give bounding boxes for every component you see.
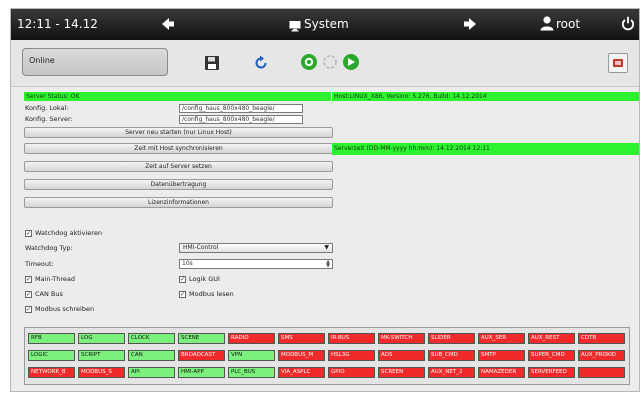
module-chip: BROADCAST (178, 350, 225, 361)
module-chip: CDTB (578, 333, 625, 344)
top-bar: 12:11 - 14.12 System root (11, 9, 639, 40)
user-name: root (556, 17, 581, 31)
version-text: Host:LINUX_X86, Version: 5.276, Build: 1… (334, 93, 487, 100)
config-server-label: Konfig. Server: (25, 115, 73, 123)
modbus-read-label: Modbus lesen (189, 290, 234, 298)
arrow-right-icon[interactable] (463, 16, 477, 36)
module-chip: MODBUS_S (78, 367, 125, 378)
module-chip: NETWORK_B (28, 367, 75, 378)
toolbar: Online (11, 40, 639, 87)
watchdog-type-select[interactable]: HMI-Control ▼ (179, 243, 333, 253)
watchdog-enable-checkbox[interactable]: ✓ (25, 230, 32, 237)
module-chip: CAN (128, 350, 175, 361)
floppy-disk-icon[interactable] (204, 55, 220, 75)
clock-text: 12:11 - 14.12 (17, 17, 98, 31)
timeout-label: Timeout: (25, 260, 54, 268)
refresh-icon[interactable] (253, 55, 269, 75)
monitor-icon (289, 17, 301, 36)
module-chip: SMTP (478, 350, 525, 361)
data-transfer-button[interactable]: Datenübertragung (24, 179, 333, 190)
module-chip: MK-SWITCH (378, 333, 425, 344)
logik-gui-label: Logik GUI (189, 275, 220, 283)
watchdog-enable-label: Watchdog aktivieren (35, 229, 102, 237)
server-time-bar: Serverzeit (DD-MM-yyyy hh:mm): 14.12.201… (332, 143, 639, 155)
logik-gui-checkbox[interactable]: ✓ (179, 276, 186, 283)
module-chip: RFB (28, 333, 75, 344)
modbus-write-checkbox[interactable]: ✓ (25, 306, 32, 313)
status-text: Online (29, 56, 55, 65)
module-chip (578, 367, 625, 378)
module-chip: RADIO (228, 333, 275, 344)
module-chip: AUX_SER (478, 333, 525, 344)
module-chip: MODBUS_M (278, 350, 325, 361)
timeout-value: 10s (182, 260, 193, 267)
set-server-time-button[interactable]: Zeit auf Server setzen (24, 161, 333, 172)
modbus-read-checkbox[interactable]: ✓ (179, 291, 186, 298)
restart-server-button[interactable]: Server neu starten (nur Linux Host) (24, 127, 333, 138)
server-status-bar: Server Status: OK (24, 92, 331, 101)
module-chip: HMI-APP (178, 367, 225, 378)
watchdog-type-label: Watchdog Typ: (25, 244, 73, 252)
timeout-field[interactable]: 10s ▲ ▼ (179, 259, 333, 269)
module-chip: SUPER_CMD (528, 350, 575, 361)
server-time-text: Serverzeit (DD-MM-yyyy hh:mm): 14.12.201… (334, 145, 490, 152)
server-status-text: Server Status: OK (26, 93, 80, 100)
module-chip: ADS (378, 350, 425, 361)
module-chip: IR-BUS (328, 333, 375, 344)
module-chip: LOGIC (28, 350, 75, 361)
power-icon[interactable] (621, 16, 635, 35)
module-chip: SUB_CMD (428, 350, 475, 361)
exit-icon[interactable] (608, 53, 628, 73)
version-bar: Host:LINUX_X86, Version: 5.276, Build: 1… (332, 92, 639, 101)
module-chip: PLC_BUS (228, 367, 275, 378)
module-chip: GPIO (328, 367, 375, 378)
module-chip: SCENE (178, 333, 225, 344)
config-local-label: Konfig. Lokal: (25, 104, 69, 112)
module-chip: SMS (278, 333, 325, 344)
module-chip: AUX_REST (528, 333, 575, 344)
status-display: Online (22, 48, 168, 76)
config-server-field[interactable]: /config_haus_800x480_beagle/ (179, 115, 303, 124)
chevron-down-icon: ▼ (324, 244, 329, 251)
modbus-write-label: Modbus schreiben (35, 305, 95, 313)
main-thread-label: Main-Thread (35, 275, 75, 283)
can-bus-label: CAN Bus (35, 290, 63, 298)
arrow-circle-icon[interactable] (342, 53, 360, 75)
module-chip: LOG (78, 333, 125, 344)
module-chip: AUX_PROXID (578, 350, 625, 361)
config-local-field[interactable]: /config_haus_800x480_beagle/ (179, 104, 303, 113)
module-chip: AUX_NET_2 (428, 367, 475, 378)
module-chip: SLIDER (428, 333, 475, 344)
hmi-screen: 12:11 - 14.12 System root Online Server … (10, 8, 640, 392)
sync-time-button[interactable]: Zeit mit Host synchronisieren (24, 143, 333, 154)
main-thread-checkbox[interactable]: ✓ (25, 276, 32, 283)
spinner-icon (322, 54, 338, 74)
screen-title: System (304, 17, 349, 31)
license-info-button[interactable]: Lizenzinformationen (24, 197, 333, 208)
plus-circle-icon[interactable] (300, 53, 318, 75)
watchdog-type-value: HMI-Control (183, 244, 219, 251)
module-chip: NAMAZEDER (478, 367, 525, 378)
module-chip: HSL3G (328, 350, 375, 361)
module-chip: API (128, 367, 175, 378)
module-chip: SCRIPT (78, 350, 125, 361)
module-chip: VPN (228, 350, 275, 361)
module-chip: SERVERFEED (528, 367, 575, 378)
arrow-left-icon[interactable] (161, 16, 175, 36)
user-icon (540, 15, 554, 35)
module-chip: VIA_ASPLC (278, 367, 325, 378)
module-chip: CLOCK (128, 333, 175, 344)
stepper-icon[interactable]: ▲ ▼ (326, 260, 330, 268)
module-status-grid: RFB LOG CLOCK SCENE RADIO SMS IR-BUS MK-SWITCH S… (24, 327, 630, 385)
can-bus-checkbox[interactable]: ✓ (25, 291, 32, 298)
module-chip: SCREEN (378, 367, 425, 378)
